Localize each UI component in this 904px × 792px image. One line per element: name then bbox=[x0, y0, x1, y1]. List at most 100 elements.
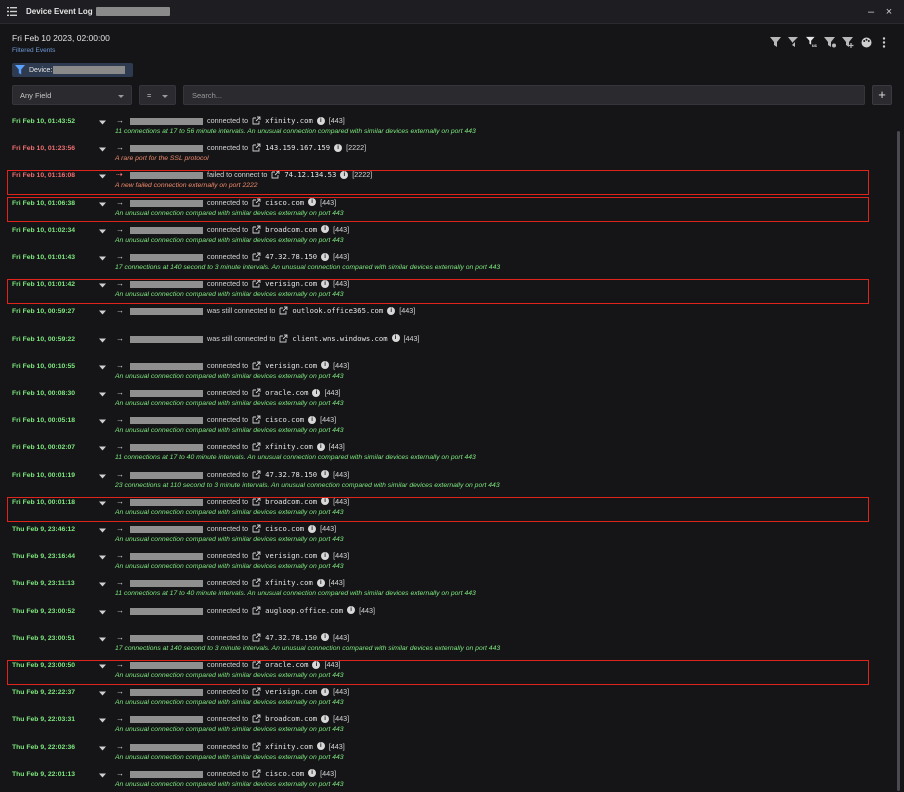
field-select[interactable]: Any Field bbox=[12, 85, 132, 105]
external-link-icon[interactable] bbox=[252, 687, 261, 696]
external-link-icon[interactable] bbox=[252, 252, 261, 261]
external-link-icon[interactable] bbox=[252, 470, 261, 479]
info-icon[interactable]: i bbox=[321, 225, 330, 234]
expand-chevron-icon[interactable] bbox=[99, 338, 106, 343]
filter-settings-icon[interactable] bbox=[824, 36, 836, 48]
info-icon[interactable]: i bbox=[321, 252, 330, 261]
external-link-icon[interactable] bbox=[252, 143, 261, 152]
operator-select[interactable]: = bbox=[139, 85, 176, 105]
info-icon[interactable]: i bbox=[308, 524, 317, 533]
external-link-icon[interactable] bbox=[252, 116, 261, 125]
expand-chevron-icon[interactable] bbox=[99, 582, 106, 587]
add-filter-button[interactable]: + bbox=[872, 85, 892, 105]
destination-host[interactable]: 74.12.134.53 bbox=[284, 170, 336, 179]
expand-chevron-icon[interactable] bbox=[99, 637, 106, 642]
expand-chevron-icon[interactable] bbox=[99, 610, 106, 615]
expand-chevron-icon[interactable] bbox=[99, 664, 106, 669]
info-icon[interactable]: i bbox=[334, 143, 343, 152]
scrollbar-thumb[interactable] bbox=[897, 131, 900, 791]
info-icon[interactable]: i bbox=[308, 415, 317, 424]
info-icon[interactable]: i bbox=[308, 769, 317, 778]
expand-chevron-icon[interactable] bbox=[99, 691, 106, 696]
palette-icon[interactable] bbox=[860, 36, 872, 48]
filter-muted-icon[interactable] bbox=[770, 36, 782, 48]
filter-add-icon[interactable] bbox=[842, 36, 854, 48]
info-icon[interactable]: i bbox=[391, 334, 400, 343]
external-link-icon[interactable] bbox=[252, 606, 261, 615]
expand-chevron-icon[interactable] bbox=[99, 256, 106, 261]
destination-host[interactable]: client.wns.windows.com bbox=[292, 334, 387, 343]
destination-host[interactable]: xfinity.com bbox=[265, 442, 313, 451]
destination-host[interactable]: 47.32.78.150 bbox=[265, 633, 317, 642]
destination-host[interactable]: outlook.office365.com bbox=[292, 306, 383, 315]
device-filter-chip[interactable]: Device: bbox=[12, 63, 133, 77]
info-icon[interactable]: i bbox=[316, 442, 325, 451]
info-icon[interactable]: i bbox=[347, 606, 356, 615]
info-icon[interactable]: i bbox=[316, 742, 325, 751]
destination-host[interactable]: oracle.com bbox=[265, 388, 308, 397]
destination-host[interactable]: oracle.com bbox=[265, 660, 308, 669]
info-icon[interactable]: i bbox=[312, 388, 321, 397]
external-link-icon[interactable] bbox=[252, 361, 261, 370]
external-link-icon[interactable] bbox=[252, 198, 261, 207]
expand-chevron-icon[interactable] bbox=[99, 174, 106, 179]
info-icon[interactable]: i bbox=[312, 660, 321, 669]
info-icon[interactable]: i bbox=[321, 470, 330, 479]
expand-chevron-icon[interactable] bbox=[99, 773, 106, 778]
external-link-icon[interactable] bbox=[271, 170, 280, 179]
destination-host[interactable]: verisign.com bbox=[265, 361, 317, 370]
external-link-icon[interactable] bbox=[252, 524, 261, 533]
expand-chevron-icon[interactable] bbox=[99, 474, 106, 479]
expand-chevron-icon[interactable] bbox=[99, 147, 106, 152]
expand-chevron-icon[interactable] bbox=[99, 419, 106, 424]
external-link-icon[interactable] bbox=[279, 334, 288, 343]
expand-chevron-icon[interactable] bbox=[99, 718, 106, 723]
destination-host[interactable]: cisco.com bbox=[265, 769, 304, 778]
filter-off-icon[interactable] bbox=[788, 36, 800, 48]
destination-host[interactable]: cisco.com bbox=[265, 524, 304, 533]
info-icon[interactable]: i bbox=[321, 551, 330, 560]
info-icon[interactable]: i bbox=[321, 279, 330, 288]
info-icon[interactable]: i bbox=[321, 361, 330, 370]
external-link-icon[interactable] bbox=[252, 225, 261, 234]
expand-chevron-icon[interactable] bbox=[99, 365, 106, 370]
info-icon[interactable]: i bbox=[316, 116, 325, 125]
expand-chevron-icon[interactable] bbox=[99, 528, 106, 533]
info-icon[interactable]: i bbox=[321, 633, 330, 642]
external-link-icon[interactable] bbox=[252, 388, 261, 397]
external-link-icon[interactable] bbox=[252, 660, 261, 669]
external-link-icon[interactable] bbox=[252, 742, 261, 751]
expand-chevron-icon[interactable] bbox=[99, 746, 106, 751]
external-link-icon[interactable] bbox=[252, 714, 261, 723]
info-icon[interactable]: i bbox=[308, 198, 317, 207]
expand-chevron-icon[interactable] bbox=[99, 229, 106, 234]
destination-host[interactable]: verisign.com bbox=[265, 279, 317, 288]
destination-host[interactable]: xfinity.com bbox=[265, 742, 313, 751]
external-link-icon[interactable] bbox=[252, 551, 261, 560]
destination-host[interactable]: augloop.office.com bbox=[265, 606, 343, 615]
destination-host[interactable]: 143.159.167.159 bbox=[265, 143, 330, 152]
destination-host[interactable]: 47.32.78.150 bbox=[265, 470, 317, 479]
expand-chevron-icon[interactable] bbox=[99, 283, 106, 288]
destination-host[interactable]: verisign.com bbox=[265, 551, 317, 560]
external-link-icon[interactable] bbox=[252, 442, 261, 451]
info-icon[interactable]: i bbox=[387, 306, 396, 315]
info-icon[interactable]: i bbox=[340, 170, 349, 179]
destination-host[interactable]: verisign.com bbox=[265, 687, 317, 696]
info-icon[interactable]: i bbox=[321, 687, 330, 696]
list-menu-icon[interactable] bbox=[6, 6, 18, 18]
expand-chevron-icon[interactable] bbox=[99, 501, 106, 506]
info-icon[interactable]: i bbox=[321, 714, 330, 723]
destination-host[interactable]: xfinity.com bbox=[265, 578, 313, 587]
info-icon[interactable]: i bbox=[321, 497, 330, 506]
destination-host[interactable]: broadcom.com bbox=[265, 225, 317, 234]
destination-host[interactable]: cisco.com bbox=[265, 198, 304, 207]
expand-chevron-icon[interactable] bbox=[99, 392, 106, 397]
more-options-icon[interactable] bbox=[878, 36, 890, 48]
minimize-icon[interactable]: – bbox=[864, 5, 878, 19]
external-link-icon[interactable] bbox=[252, 633, 261, 642]
expand-chevron-icon[interactable] bbox=[99, 120, 106, 125]
destination-host[interactable]: 47.32.78.150 bbox=[265, 252, 317, 261]
search-input[interactable]: Search... bbox=[183, 85, 865, 105]
destination-host[interactable]: xfinity.com bbox=[265, 116, 313, 125]
